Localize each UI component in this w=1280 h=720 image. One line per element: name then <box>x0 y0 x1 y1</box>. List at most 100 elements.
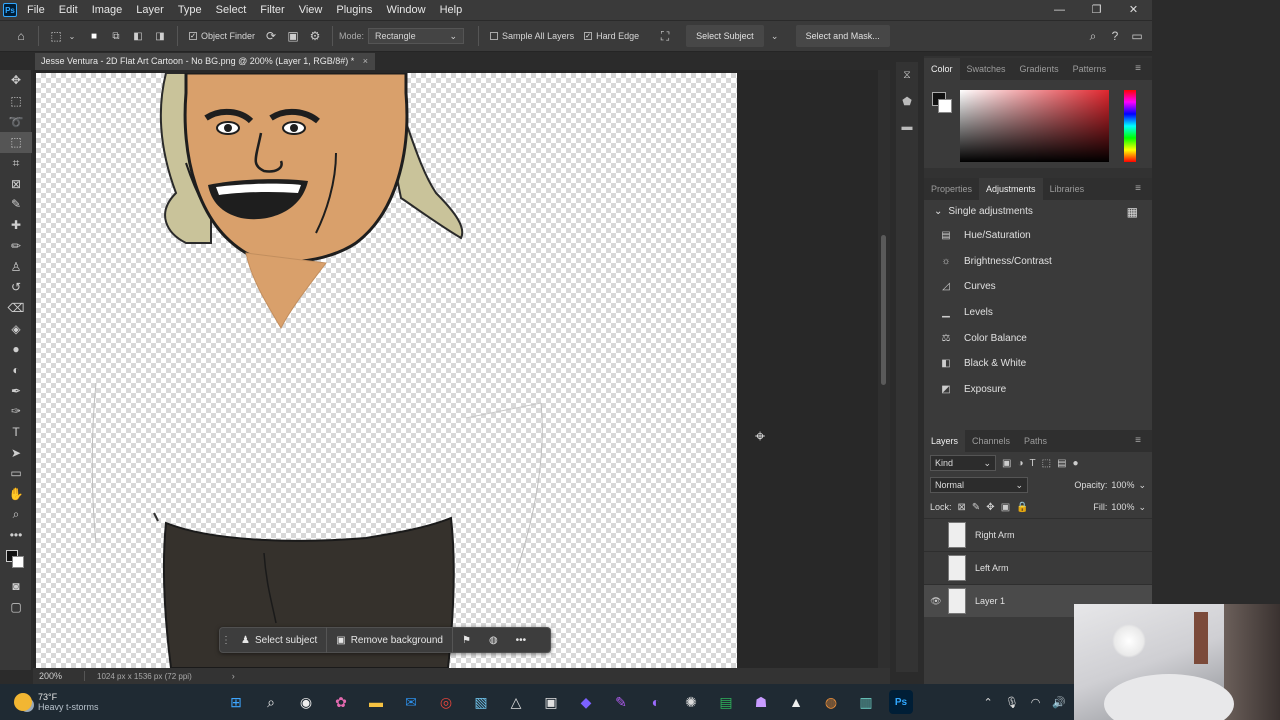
grid-view-icon[interactable]: ▦ <box>1127 205 1138 219</box>
add-selection-icon[interactable]: ⧉ <box>105 25 127 47</box>
background-swatch[interactable] <box>12 555 24 568</box>
opacity-value[interactable]: 100% <box>1111 480 1134 490</box>
tab-properties[interactable]: Properties <box>924 178 979 200</box>
quick-mask-icon[interactable]: ◙ <box>0 576 32 597</box>
move-tool-icon[interactable]: ✥ <box>0 70 32 91</box>
settings-icon[interactable]: ◍ <box>480 627 507 653</box>
smart-object-filter-icon[interactable]: ▤ <box>1057 458 1066 469</box>
app-purple-icon[interactable]: ✎ <box>609 690 633 714</box>
settings-gear-icon[interactable]: ⚙ <box>304 25 326 47</box>
blur-tool-icon[interactable]: ● <box>0 339 32 360</box>
frame-tool-icon[interactable]: ⊠ <box>0 173 32 194</box>
select-and-mask-button[interactable]: Select and Mask... <box>795 25 890 47</box>
menu-view[interactable]: View <box>292 0 330 20</box>
photoshop-logo-icon[interactable]: Ps <box>0 0 20 20</box>
zoom-level[interactable]: 200% <box>33 671 85 681</box>
help-icon[interactable]: ? <box>1104 25 1126 47</box>
marquee-tool-icon[interactable]: ⬚ <box>0 91 32 112</box>
intersect-selection-icon[interactable]: ◨ <box>149 25 171 47</box>
minimize-button[interactable]: — <box>1041 0 1078 20</box>
chevron-up-icon[interactable]: ⌃ <box>984 696 993 709</box>
pen-tool-icon[interactable]: ✒ <box>0 380 32 401</box>
adjustment-color-balance[interactable]: ⚖ Color Balance <box>924 325 1152 351</box>
object-selection-tool-preset-icon[interactable]: ⬚ <box>45 25 67 47</box>
color-swatches[interactable] <box>0 546 32 576</box>
tab-swatches[interactable]: Swatches <box>960 58 1013 80</box>
zoom-tool-icon[interactable]: ⌕ <box>0 504 32 525</box>
menu-image[interactable]: Image <box>85 0 130 20</box>
file-explorer-icon[interactable]: ▬ <box>364 690 388 714</box>
close-button[interactable]: ✕ <box>1115 0 1152 20</box>
lock-image-icon[interactable]: ✎ <box>972 502 980 513</box>
search-icon[interactable]: ⌕ <box>259 690 283 714</box>
menu-window[interactable]: Window <box>379 0 432 20</box>
microphone-icon[interactable]: 🎙 <box>1005 696 1019 709</box>
background-color-swatch[interactable] <box>938 99 952 113</box>
adjustment-filter-icon[interactable]: ◑ <box>1017 458 1023 469</box>
document-canvas[interactable] <box>36 73 737 668</box>
blend-mode-select[interactable]: Normal ⌄ <box>930 477 1028 493</box>
pin-icon[interactable]: ⚑ <box>453 627 480 653</box>
layer-row-left-arm[interactable]: Left Arm <box>924 551 1152 584</box>
dodge-tool-icon[interactable]: ◐ <box>0 360 32 381</box>
app-game-icon[interactable]: ☗ <box>749 690 773 714</box>
copilot-icon[interactable]: ✿ <box>329 690 353 714</box>
object-selection-tool-icon[interactable]: ⬚ <box>0 132 32 153</box>
adjustment-brightness-contrast[interactable]: ☼ Brightness/Contrast <box>924 249 1152 275</box>
filter-toggle-icon[interactable]: ● <box>1073 458 1079 469</box>
type-filter-icon[interactable]: T <box>1030 458 1036 469</box>
refresh-icon[interactable]: ⟳ <box>260 25 282 47</box>
opacity-control[interactable]: Opacity: 100% ⌄ <box>1074 480 1146 491</box>
fill-control[interactable]: Fill: 100% ⌄ <box>1093 502 1146 513</box>
actions-icon[interactable]: ⬟ <box>896 88 918 114</box>
workspace-icon[interactable]: ▭ <box>1126 25 1148 47</box>
menu-layer[interactable]: Layer <box>129 0 171 20</box>
sample-all-layers-checkbox[interactable]: Sample All Layers <box>490 31 574 41</box>
kind-filter-select[interactable]: Kind ⌄ <box>930 455 996 471</box>
history-brush-icon[interactable]: ↺ <box>0 277 32 298</box>
chrome-icon[interactable]: ◎ <box>434 690 458 714</box>
wifi-icon[interactable]: ◠ <box>1031 696 1041 709</box>
tab-adjustments[interactable]: Adjustments <box>979 178 1043 200</box>
crop-tool-icon[interactable]: ⌗ <box>0 153 32 174</box>
more-tools-icon[interactable]: ••• <box>0 525 32 546</box>
tab-libraries[interactable]: Libraries <box>1043 178 1092 200</box>
scrollbar-thumb[interactable] <box>881 235 886 385</box>
power-automate-icon[interactable]: ◆ <box>574 690 598 714</box>
hue-slider[interactable] <box>1124 90 1136 162</box>
davinci-icon[interactable]: ✺ <box>679 690 703 714</box>
menu-file[interactable]: File <box>20 0 52 20</box>
tab-channels[interactable]: Channels <box>965 430 1017 452</box>
lock-artboard-icon[interactable]: ▣ <box>1001 502 1010 513</box>
panel-menu-icon[interactable]: ≡ <box>1128 430 1148 452</box>
screen-mode-icon[interactable]: ▢ <box>0 597 32 618</box>
chevron-down-icon[interactable]: ⌄ <box>67 25 77 47</box>
drag-handle-icon[interactable]: ⋮ <box>220 635 232 646</box>
weather-widget[interactable]: 73°F Heavy t-storms <box>0 692 200 712</box>
hand-tool-icon[interactable]: ✋ <box>0 484 32 505</box>
lock-all-icon[interactable]: 🔒 <box>1016 502 1028 513</box>
vertical-scrollbar[interactable] <box>878 70 890 668</box>
panel-menu-icon[interactable]: ≡ <box>1128 178 1148 200</box>
tab-paths[interactable]: Paths <box>1017 430 1054 452</box>
camera-app-icon[interactable]: ▣ <box>539 690 563 714</box>
menu-help[interactable]: Help <box>433 0 470 20</box>
remove-background-button[interactable]: ▣ Remove background <box>327 627 453 653</box>
lasso-tool-icon[interactable]: ➰ <box>0 111 32 132</box>
brush-tool-icon[interactable]: ✏ <box>0 236 32 257</box>
status-menu-arrow[interactable]: › <box>232 671 235 681</box>
search-icon[interactable]: ⌕ <box>1082 25 1104 47</box>
tab-layers[interactable]: Layers <box>924 430 966 452</box>
menu-select[interactable]: Select <box>209 0 254 20</box>
app-a-icon[interactable]: ▲ <box>784 690 808 714</box>
fill-value[interactable]: 100% <box>1111 502 1134 512</box>
color-picker-field[interactable] <box>960 90 1109 162</box>
chevron-down-icon[interactable]: ⌄ <box>764 25 786 47</box>
subtract-selection-icon[interactable]: ◧ <box>127 25 149 47</box>
adjustment-exposure[interactable]: ◩ Exposure <box>924 377 1152 403</box>
show-all-objects-icon[interactable]: ▣ <box>282 25 304 47</box>
type-tool-icon[interactable]: T <box>0 422 32 443</box>
eraser-tool-icon[interactable]: ⌫ <box>0 298 32 319</box>
select-subject-options-icon[interactable]: ⛶ <box>654 25 676 47</box>
app-violet-icon[interactable]: ◐ <box>644 690 668 714</box>
